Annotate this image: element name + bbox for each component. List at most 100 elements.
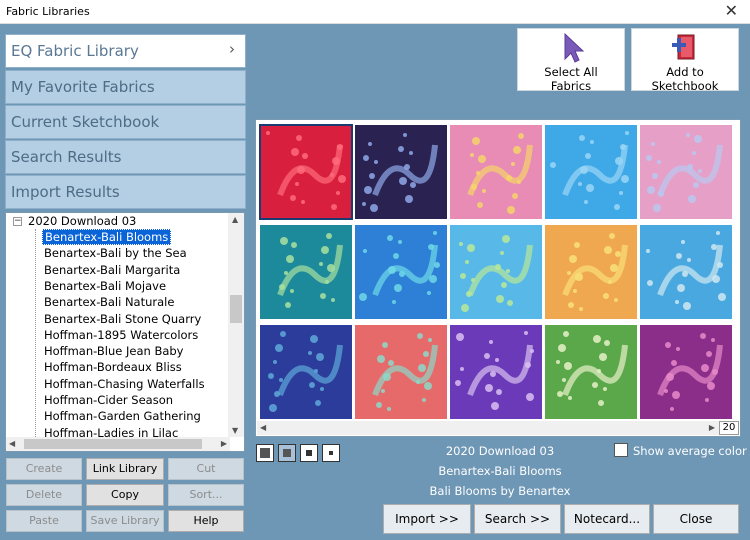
fabric-swatch[interactable] (355, 225, 447, 319)
fabric-swatch[interactable] (450, 125, 542, 219)
fabric-swatch[interactable] (355, 325, 447, 419)
link-library-button[interactable]: Link Library (86, 458, 164, 480)
import-button[interactable]: Import >> (383, 504, 471, 534)
fabric-grid[interactable]: ◀ ▶ 20 (255, 119, 741, 437)
tree-item[interactable]: Hoffman-Chasing Waterfalls (42, 376, 207, 392)
library-tree[interactable]: − 2020 Download 03 Benartex-Bali Blooms B… (5, 212, 245, 452)
tree-item[interactable]: Hoffman-Garden Gathering (42, 408, 203, 424)
help-button[interactable]: Help (168, 510, 244, 532)
create-library-button[interactable]: Create Library (6, 458, 82, 495)
swatch-size-medium-button[interactable] (278, 444, 296, 462)
copy-button[interactable]: Copy (86, 484, 164, 506)
swatch-canvas (259, 124, 732, 419)
cut-button[interactable]: Cut (168, 458, 244, 480)
nav-import-results[interactable]: Import Results (5, 175, 246, 209)
tree-item-label: Benartex-Bali by the Sea (44, 246, 187, 261)
scroll-thumb[interactable] (24, 439, 202, 449)
save-library-button[interactable]: Save Library (86, 510, 164, 532)
window-title: Fabric Libraries (6, 5, 90, 18)
library-name-text: 2020 Download 03 (445, 444, 555, 458)
show-average-color-checkbox[interactable] (614, 443, 628, 457)
fabric-swatch[interactable] (545, 125, 637, 219)
delete-button[interactable]: Delete (6, 484, 82, 506)
add-sketchbook-icon (672, 34, 695, 60)
nav-label: EQ Fabric Library (11, 42, 139, 60)
fabric-swatch[interactable] (259, 124, 353, 220)
chevron-right-icon: › (229, 40, 235, 58)
tree-item[interactable]: Benartex-Bali Naturale (42, 294, 176, 310)
scroll-up-icon[interactable]: ▲ (232, 215, 238, 224)
title-bar: Fabric Libraries ✕ (0, 0, 750, 24)
notecard-button[interactable]: Notecard... (564, 504, 650, 534)
fabric-swatch[interactable] (640, 325, 732, 419)
tree-item[interactable]: Hoffman-Cider Season (42, 392, 175, 408)
swatch-size-small-button[interactable] (300, 444, 318, 462)
tree-horizontal-scrollbar[interactable]: ◀ ▶ (6, 437, 230, 451)
scroll-right-icon[interactable]: ▶ (221, 439, 227, 448)
tree-item[interactable]: Benartex-Bali by the Sea (42, 245, 189, 261)
show-average-color-label: Show average color (633, 444, 747, 458)
tree-item-label: Hoffman-Bordeaux Bliss (44, 360, 182, 375)
nav-my-favorite-fabrics[interactable]: My Favorite Fabrics (5, 70, 246, 104)
size-large-icon (260, 448, 270, 458)
collection-name-text: Benartex-Bali Blooms (438, 464, 562, 478)
tree-item-label: Benartex-Bali Stone Quarry (44, 311, 202, 326)
tree-item[interactable]: Benartex-Bali Mojave (42, 278, 168, 294)
scroll-left-icon[interactable]: ◀ (260, 423, 266, 432)
tree-item[interactable]: Benartex-Bali Margarita (42, 262, 182, 278)
close-button[interactable]: Close (653, 504, 739, 534)
tree-item[interactable]: Benartex-Bali Stone Quarry (42, 311, 203, 327)
tree-item-label: Benartex-Bali Mojave (44, 278, 167, 293)
nav-search-results[interactable]: Search Results (5, 140, 246, 174)
tree-root[interactable]: 2020 Download 03 (26, 213, 138, 229)
nav-current-sketchbook[interactable]: Current Sketchbook (5, 105, 246, 139)
grid-horizontal-scrollbar[interactable]: ◀ ▶ 20 (257, 421, 739, 435)
tree-item-label: Hoffman-Blue Jean Baby (44, 344, 184, 359)
size-small-icon (306, 450, 312, 456)
select-all-label-1: Select All (544, 65, 598, 79)
nav-eq-fabric-library[interactable]: EQ Fabric Library › (5, 34, 246, 68)
fabric-swatch[interactable] (640, 125, 732, 219)
fabric-swatch[interactable] (450, 225, 542, 319)
tree-item-label: Benartex-Bali Blooms (42, 229, 172, 245)
fabric-swatch[interactable] (450, 325, 542, 419)
dialog-body: EQ Fabric Library › My Favorite Fabrics … (0, 24, 750, 540)
nav-label: Current Sketchbook (11, 113, 160, 131)
tree-item[interactable]: Hoffman-Bordeaux Bliss (42, 359, 184, 375)
tree-item-label: Hoffman-Chasing Waterfalls (44, 376, 205, 391)
swatch-size-tiny-button[interactable] (322, 444, 340, 462)
paste-button[interactable]: Paste (6, 510, 82, 532)
tree-vertical-scrollbar[interactable]: ▲ ▼ (228, 213, 244, 437)
tree-item[interactable]: Benartex-Bali Blooms (42, 229, 172, 245)
tree-item-label: Benartex-Bali Margarita (44, 262, 181, 277)
sort-button[interactable]: Sort... (168, 484, 244, 506)
scroll-down-icon[interactable]: ▼ (232, 426, 238, 435)
add-to-sketchbook-button[interactable]: Add to Sketchbook (631, 28, 739, 93)
tree-item[interactable]: Hoffman-Blue Jean Baby (42, 343, 186, 359)
tree-guide-line (35, 229, 36, 439)
tree-item[interactable]: Hoffman-1895 Watercolors (42, 327, 200, 343)
scroll-thumb[interactable] (230, 295, 242, 323)
select-all-label-2: Fabrics (550, 79, 592, 93)
fabric-swatch[interactable] (545, 225, 637, 319)
size-medium-icon (283, 449, 291, 457)
nav-label: Import Results (11, 183, 120, 201)
swatch-size-large-button[interactable] (256, 444, 274, 462)
fabric-swatch[interactable] (260, 325, 352, 419)
add-sketchbook-label-1: Add to (666, 65, 704, 79)
search-button[interactable]: Search >> (474, 504, 561, 534)
nav-label: Search Results (11, 148, 122, 166)
scroll-right-icon[interactable]: ▶ (709, 423, 715, 432)
cursor-select-icon (564, 32, 585, 63)
tree-item-label: Hoffman-Garden Gathering (44, 409, 201, 424)
fabric-swatch[interactable] (640, 225, 732, 319)
fabric-swatch[interactable] (355, 125, 447, 219)
fabric-swatch[interactable] (545, 325, 637, 419)
page-count-field[interactable]: 20 (719, 421, 739, 435)
fabric-swatch[interactable] (260, 225, 352, 319)
size-tiny-icon (329, 451, 333, 455)
select-all-fabrics-button[interactable]: Select All Fabrics (517, 28, 625, 93)
collapse-icon[interactable]: − (13, 217, 22, 226)
close-window-icon[interactable]: ✕ (725, 2, 738, 20)
scroll-left-icon[interactable]: ◀ (9, 439, 15, 448)
